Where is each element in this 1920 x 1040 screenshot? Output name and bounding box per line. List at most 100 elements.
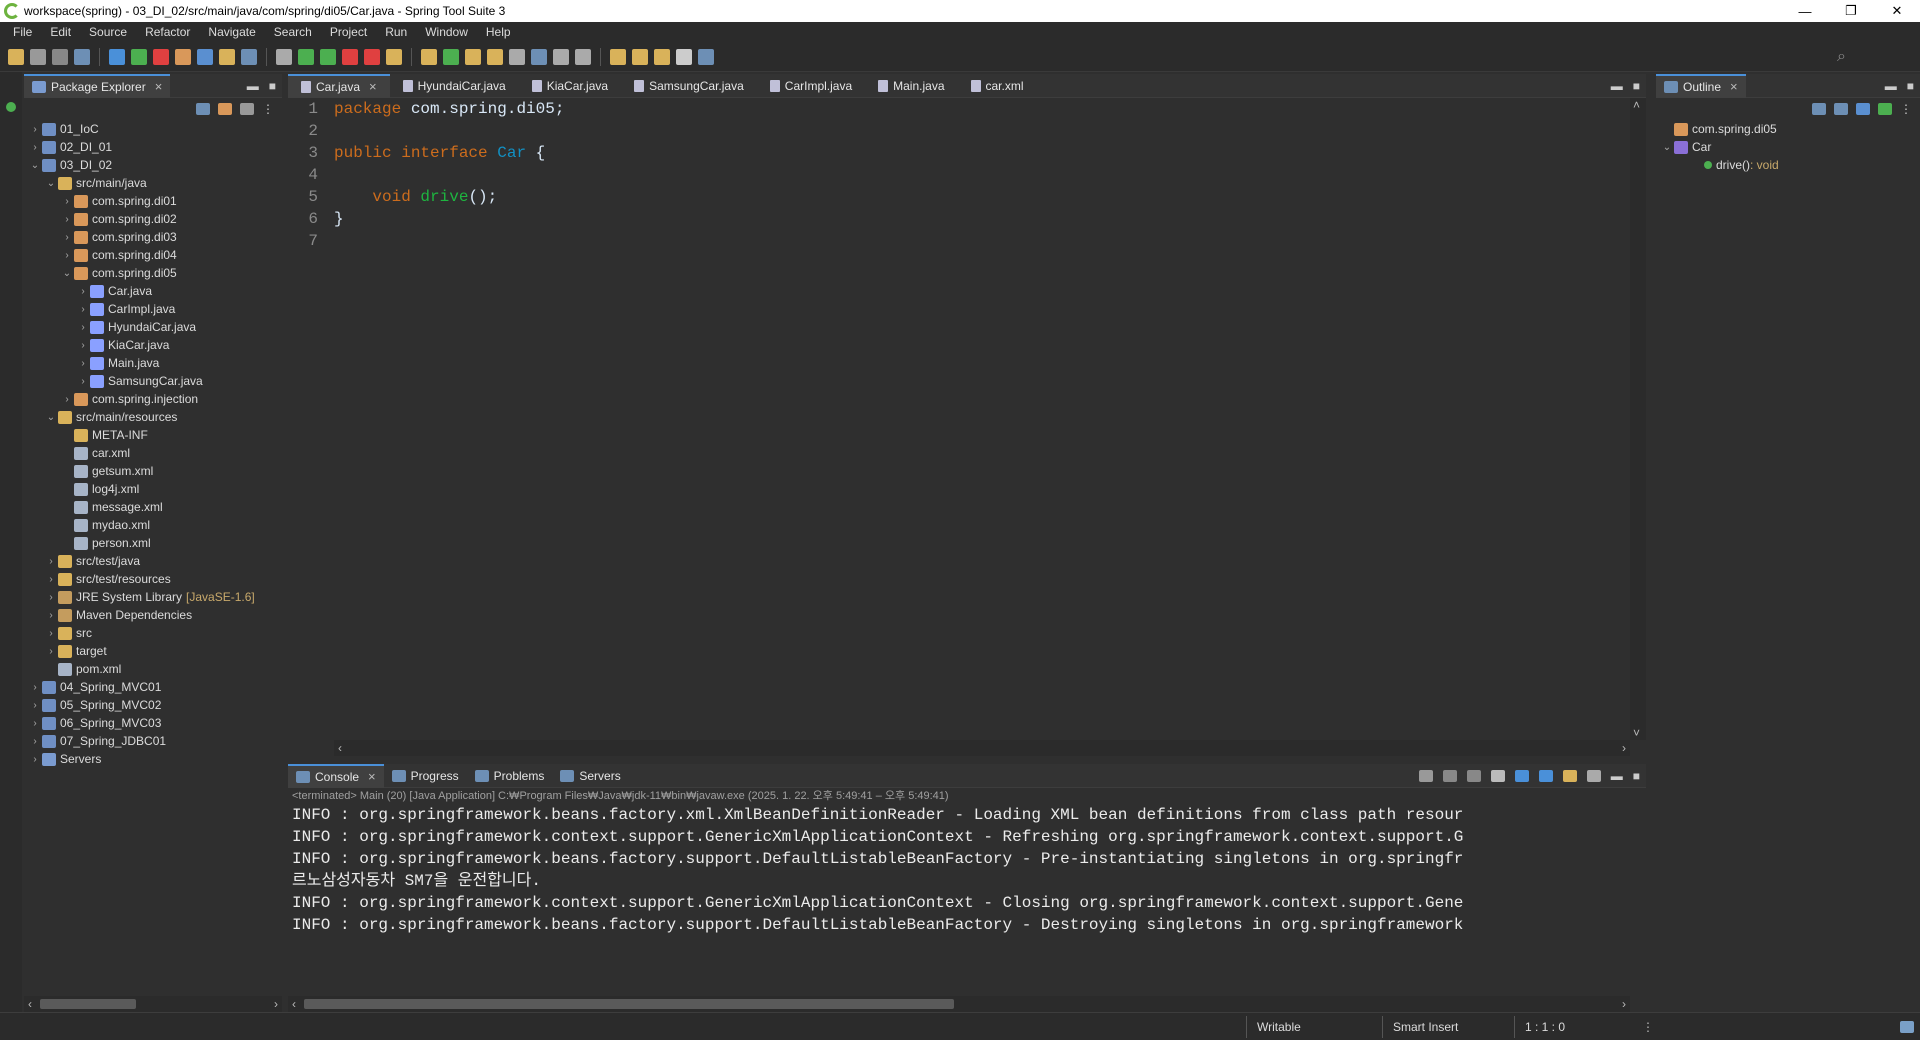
- tree-item[interactable]: › 05_Spring_MVC02: [28, 696, 282, 714]
- tree-item[interactable]: › SamsungCar.java: [28, 372, 282, 390]
- menu-search[interactable]: Search: [265, 25, 321, 39]
- tree-item[interactable]: › com.spring.di03: [28, 228, 282, 246]
- close-icon[interactable]: ×: [155, 79, 163, 94]
- menu-file[interactable]: File: [4, 25, 41, 39]
- focus-icon[interactable]: [240, 103, 254, 115]
- collapsed-chevron-icon[interactable]: ›: [28, 736, 42, 747]
- tree-item[interactable]: › src/test/resources: [28, 570, 282, 588]
- tree-item[interactable]: › JRE System Library [JavaSE-1.6]: [28, 588, 282, 606]
- toolbar-button-icon[interactable]: [509, 48, 525, 65]
- tree-item[interactable]: › 02_DI_01: [28, 138, 282, 156]
- outline-item[interactable]: com.spring.di05: [1660, 120, 1920, 138]
- tree-item[interactable]: › Car.java: [28, 282, 282, 300]
- maximize-editor-icon[interactable]: ■: [1633, 79, 1640, 93]
- editor-tab[interactable]: CarImpl.java: [757, 74, 865, 98]
- toolbar-button-icon[interactable]: [219, 48, 235, 65]
- hide-static-icon[interactable]: [1856, 103, 1870, 115]
- minimize-view-icon[interactable]: ▬: [1611, 769, 1623, 783]
- editor-hscrollbar[interactable]: ‹ ›: [334, 740, 1630, 756]
- hide-fields-icon[interactable]: [1834, 103, 1848, 115]
- collapsed-chevron-icon[interactable]: ›: [76, 340, 90, 351]
- tree-item[interactable]: › 07_Spring_JDBC01: [28, 732, 282, 750]
- collapse-all-icon[interactable]: [196, 103, 210, 115]
- toolbar-button-icon[interactable]: [553, 48, 569, 65]
- tree-item[interactable]: › src/test/java: [28, 552, 282, 570]
- tab-problems[interactable]: Problems: [467, 764, 553, 788]
- toolbar-button-icon[interactable]: [197, 48, 213, 65]
- toolbar-button-icon[interactable]: [320, 48, 336, 65]
- toolbar-button-icon[interactable]: [30, 48, 46, 65]
- maximize-view-icon[interactable]: ■: [269, 79, 276, 93]
- toolbar-button-icon[interactable]: [175, 48, 191, 65]
- close-icon[interactable]: ×: [369, 79, 377, 94]
- tab-outline[interactable]: Outline ×: [1656, 73, 1746, 98]
- collapsed-chevron-icon[interactable]: ›: [76, 286, 90, 297]
- toolbar-button-icon[interactable]: [654, 48, 670, 65]
- editor-tab[interactable]: Car.java ×: [288, 73, 390, 98]
- toolbar-button-icon[interactable]: [342, 48, 358, 65]
- maximize-view-icon[interactable]: ■: [1907, 79, 1914, 93]
- menu-help[interactable]: Help: [477, 25, 520, 39]
- collapsed-chevron-icon[interactable]: ›: [76, 304, 90, 315]
- collapsed-chevron-icon[interactable]: ›: [60, 232, 74, 243]
- toolbar-button-icon[interactable]: [443, 48, 459, 65]
- collapsed-chevron-icon[interactable]: ›: [44, 628, 58, 639]
- tree-item[interactable]: pom.xml: [28, 660, 282, 678]
- tree-item[interactable]: › 01_IoC: [28, 120, 282, 138]
- tree-item[interactable]: › CarImpl.java: [28, 300, 282, 318]
- tree-item[interactable]: › HyundaiCar.java: [28, 318, 282, 336]
- tab-console[interactable]: Console ×: [288, 763, 384, 788]
- menu-edit[interactable]: Edit: [41, 25, 80, 39]
- console-hscrollbar[interactable]: ‹ ›: [288, 996, 1630, 1012]
- tree-item[interactable]: › Main.java: [28, 354, 282, 372]
- collapsed-chevron-icon[interactable]: ›: [28, 142, 42, 153]
- toolbar-button-icon[interactable]: [386, 48, 402, 65]
- scroll-thumb[interactable]: [304, 999, 954, 1009]
- tree-item[interactable]: message.xml: [28, 498, 282, 516]
- collapsed-chevron-icon[interactable]: ›: [76, 322, 90, 333]
- toolbar-button-icon[interactable]: [487, 48, 503, 65]
- console-output[interactable]: INFO : org.springframework.beans.factory…: [288, 804, 1646, 936]
- clear-console-icon[interactable]: [1490, 770, 1505, 782]
- toolbar-button-icon[interactable]: [465, 48, 481, 65]
- tree-item[interactable]: › com.spring.injection: [28, 390, 282, 408]
- editor-tab[interactable]: HyundaiCar.java: [390, 74, 519, 98]
- tree-item[interactable]: › target: [28, 642, 282, 660]
- code-text[interactable]: package com.spring.di05; public interface…: [334, 98, 1630, 740]
- terminate-icon[interactable]: [1442, 770, 1457, 782]
- tree-item[interactable]: person.xml: [28, 534, 282, 552]
- expanded-chevron-icon[interactable]: ⌄: [1660, 142, 1674, 153]
- sort-icon[interactable]: [1812, 103, 1826, 115]
- toolbar-button-icon[interactable]: [241, 48, 257, 65]
- scroll-up-icon[interactable]: ˄: [1633, 98, 1640, 112]
- view-menu-icon[interactable]: ⋮: [262, 102, 274, 116]
- menu-source[interactable]: Source: [80, 25, 136, 39]
- expanded-chevron-icon[interactable]: ⌄: [28, 160, 42, 171]
- toolbar-button-icon[interactable]: [131, 48, 147, 65]
- expanded-chevron-icon[interactable]: ⌄: [44, 178, 58, 189]
- tree-item[interactable]: car.xml: [28, 444, 282, 462]
- notification-icon[interactable]: [1900, 1020, 1914, 1033]
- collapsed-chevron-icon[interactable]: ›: [28, 718, 42, 729]
- pin-console-icon[interactable]: [1418, 770, 1433, 782]
- view-menu-icon[interactable]: ⋮: [1900, 102, 1912, 116]
- collapsed-chevron-icon[interactable]: ›: [28, 124, 42, 135]
- toolbar-button-icon[interactable]: [421, 48, 437, 65]
- hide-nonpublic-icon[interactable]: [1878, 103, 1892, 115]
- tree-item[interactable]: › src: [28, 624, 282, 642]
- display-console-icon[interactable]: [1586, 770, 1601, 782]
- outline-item[interactable]: drive() : void: [1660, 156, 1920, 174]
- editor-tab[interactable]: Main.java: [865, 74, 957, 98]
- tree-item[interactable]: ⌄ src/main/java: [28, 174, 282, 192]
- collapsed-chevron-icon[interactable]: ›: [28, 700, 42, 711]
- scroll-down-icon[interactable]: ˅: [1633, 726, 1640, 740]
- toolbar-button-icon[interactable]: [531, 48, 547, 65]
- restore-button[interactable]: ❐: [1828, 0, 1874, 22]
- toolbar-button-icon[interactable]: [698, 48, 714, 65]
- toolbar-button-icon[interactable]: [298, 48, 314, 65]
- menu-refactor[interactable]: Refactor: [136, 25, 199, 39]
- tree-item[interactable]: META-INF: [28, 426, 282, 444]
- close-button[interactable]: ✕: [1874, 0, 1920, 22]
- menu-run[interactable]: Run: [376, 25, 416, 39]
- tree-item[interactable]: › com.spring.di04: [28, 246, 282, 264]
